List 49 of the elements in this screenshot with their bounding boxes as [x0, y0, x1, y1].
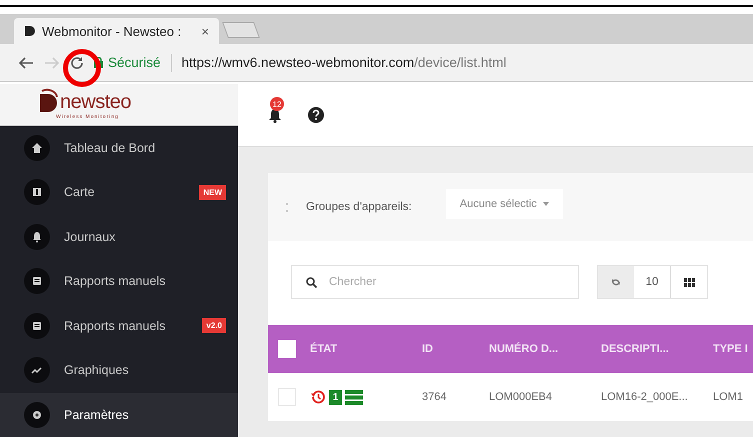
report-icon [31, 275, 43, 288]
help-icon[interactable] [308, 107, 324, 123]
status-count: 1 [329, 390, 342, 404]
menu-label: Graphiques [64, 363, 129, 378]
table-cell: 3764 [422, 391, 446, 403]
logo-icon [24, 24, 36, 38]
secure-label: Sécurisé [108, 55, 161, 70]
drag-handle-icon [286, 202, 288, 212]
menu-label: Paramètres [64, 408, 129, 422]
home-icon [31, 142, 43, 154]
table-cell: LOM1 [713, 391, 743, 403]
sidebar-item[interactable]: Rapports manuels v2.0 [0, 304, 238, 348]
sidebar-item[interactable]: Graphiques [0, 348, 238, 392]
sidebar-item[interactable]: Rapports manuels [0, 259, 238, 304]
bell-icon[interactable] [268, 107, 282, 123]
history-icon [310, 389, 326, 405]
browser-tab[interactable]: Webmonitor - Newsteo : × [14, 18, 219, 44]
menu-badge: v2.0 [202, 318, 226, 334]
caret-icon [542, 202, 549, 206]
select-all-checkbox[interactable] [278, 340, 296, 358]
menu-label: Rapports manuels [64, 318, 166, 333]
menu-label: Tableau de Bord [64, 140, 156, 155]
notification-badge: 12 [270, 97, 284, 111]
tab-title: Webmonitor - Newsteo : [42, 24, 182, 38]
menu-badge: NEW [199, 184, 226, 200]
menu-label: Carte [64, 185, 95, 200]
back-icon[interactable] [18, 56, 34, 68]
sidebar-item[interactable]: Journaux [0, 214, 238, 259]
bell-icon [31, 230, 43, 243]
refresh-icon [611, 277, 621, 287]
table-cell: LOM000EB4 [489, 391, 552, 403]
grid-icon [684, 278, 694, 286]
close-tab-button[interactable]: × [201, 24, 209, 38]
reload-icon[interactable] [70, 56, 84, 70]
settings-icon [31, 408, 43, 421]
report-icon [31, 320, 43, 332]
table-cell: LOM16-2_000E... [601, 391, 688, 403]
groups-label: Groupes d'appareils: [306, 201, 412, 213]
menu-label: Journaux [64, 230, 116, 244]
logo-text: newsteo [60, 91, 131, 114]
search-icon [306, 276, 317, 288]
sidebar-item[interactable]: Tableau de Bord [0, 126, 238, 170]
list-icon [345, 390, 363, 404]
logo-icon [38, 88, 60, 114]
menu-label: Rapports manuels [64, 274, 166, 288]
sidebar-item[interactable]: Paramètres [0, 392, 238, 437]
sidebar-item[interactable]: Carte NEW [0, 170, 238, 214]
url-field[interactable]: https://wmv6.newsteo-webmonitor.com/device/list.html [182, 55, 506, 70]
groups-dropdown[interactable]: Aucune sélectic [446, 189, 563, 219]
